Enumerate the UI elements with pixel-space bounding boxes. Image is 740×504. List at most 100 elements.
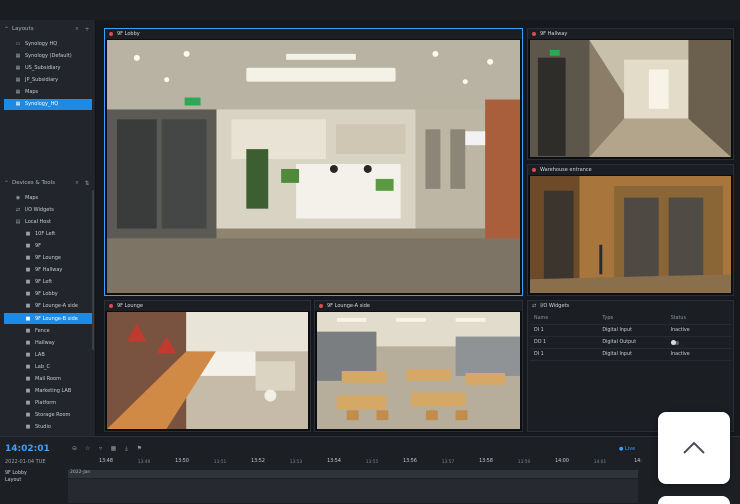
sidebar-item-us-subsidiary[interactable]: ▦ US_Subsidiary <box>4 62 92 73</box>
sidebar-item-studio[interactable]: ■ Studio <box>4 422 92 433</box>
sidebar-item-synology-hq[interactable]: ▦ Synology_HQ <box>4 98 92 110</box>
scroll-to-top-button[interactable] <box>658 412 730 484</box>
cell-status[interactable] <box>670 340 731 345</box>
table-row[interactable]: DI 1 Digital Input Inactive <box>530 349 731 361</box>
time-ruler: 13:48 13:50 13:52 13:54 13:56 13:58 14:00 14: 13… <box>96 459 656 469</box>
sidebar-item-label: 9F Lounge-A side <box>35 303 78 310</box>
search-icon[interactable]: ⌕ <box>72 179 82 187</box>
chevron-up-icon <box>683 441 705 454</box>
tile-header: 9F Lobby <box>105 29 522 39</box>
camera-icon: ■ <box>25 291 31 298</box>
video-feed <box>107 40 520 293</box>
tick-label: 13:56 <box>403 459 417 464</box>
download-icon[interactable]: ⤓ <box>122 445 131 453</box>
filter-icon[interactable]: ⇅ <box>82 180 92 187</box>
sidebar-item-label: Storage Room <box>35 412 71 419</box>
sidebar-item-label: Synology HQ <box>25 40 58 47</box>
sidebar-item-lab-c[interactable]: ■ Lab_C <box>4 361 92 372</box>
current-time: 14:02:01 <box>5 444 50 454</box>
timeline-toolbar: ⊖ ☆ ▿ ▦ ⤓ ⚑ <box>70 445 144 453</box>
sidebar-item-9f-left[interactable]: ■ 9F Left <box>4 277 92 288</box>
tick-label-minor: 13:53 <box>289 460 303 465</box>
sidebar-item-maps[interactable]: ◉ Maps <box>4 192 92 203</box>
devices-title: Devices & Tools <box>12 180 56 186</box>
tick-label-minor: 13:55 <box>365 460 379 465</box>
sidebar-item-9f-lobby[interactable]: ■ 9F Lobby <box>4 289 92 300</box>
camera-icon: ■ <box>25 255 31 261</box>
sidebar-item-9f-hallway[interactable]: ■ 9F Hallway <box>4 265 92 276</box>
tick-label: 13:54 <box>327 459 341 464</box>
sidebar-item-hallway[interactable]: ■ Hallway <box>4 337 92 348</box>
sidebar-item-local-host[interactable]: ▤ Local Host <box>4 216 92 227</box>
output-toggle[interactable] <box>670 340 679 345</box>
timeline-track[interactable] <box>68 470 638 478</box>
zoom-out-icon[interactable]: ⊖ <box>70 445 79 453</box>
sidebar-item-i-o-widgets[interactable]: ⇄ I/O Widgets <box>4 204 92 215</box>
sidebar-item-10f-left[interactable]: ■ 10F Left <box>4 228 92 239</box>
camera-tile-9f-lobby[interactable]: 9F Lobby <box>104 28 523 296</box>
table-row[interactable]: DI 1 Digital Input Inactive <box>530 325 731 337</box>
camera-tile-9f-hallway[interactable]: 9F Hallway <box>527 28 734 160</box>
recording-track[interactable] <box>68 479 638 503</box>
tile-title: I/O Widgets <box>540 303 570 309</box>
layouts-title: Layouts <box>12 26 34 32</box>
sidebar-item-9f-lounge-b-side[interactable]: ■ 9F Lounge-B side <box>4 313 92 324</box>
sidebar-item-lab[interactable]: ■ LAB <box>4 349 92 360</box>
camera-icon: ■ <box>25 339 31 346</box>
column-header-status: Status <box>670 316 686 321</box>
sidebar-item-label: 9F Hallway <box>35 267 63 274</box>
table-row[interactable]: DO 1 Digital Output <box>530 337 731 349</box>
record-dot-icon <box>532 168 536 172</box>
sidebar-item-storage-room[interactable]: ■ Storage Room <box>4 410 92 421</box>
timeline-camera-label: 9F Lobby Layout <box>5 470 27 484</box>
sidebar-item-platform[interactable]: ■ Platform <box>4 398 92 409</box>
camera-icon: ■ <box>25 315 31 322</box>
cell-name: DI 1 <box>534 352 544 357</box>
live-button[interactable]: ● Live <box>619 446 635 452</box>
sidebar-item-9f-lounge-a-side[interactable]: ■ 9F Lounge-A side <box>4 301 92 312</box>
map-icon: ◉ <box>15 194 21 201</box>
tick-label: 14: <box>634 459 642 464</box>
sidebar-item-label: JP_Subsidiary <box>25 76 59 83</box>
layouts-section-header[interactable]: ⌃ Layouts ⌕ + <box>0 22 96 36</box>
floating-button-edge[interactable] <box>658 496 730 504</box>
sidebar-item-fence[interactable]: ■ Fence <box>4 325 92 336</box>
filter-icon[interactable]: ▿ <box>96 445 105 453</box>
camera-name: 9F Lobby <box>5 471 27 476</box>
sidebar-item-synology-default-[interactable]: ▦ Synology (Default) <box>4 50 92 61</box>
tick-label: 13:50 <box>175 459 189 464</box>
star-icon[interactable]: ☆ <box>83 445 92 453</box>
chevron-up-icon[interactable]: ⌃ <box>4 26 12 33</box>
sidebar-item-synology-hq[interactable]: ▭ Synology HQ <box>4 38 92 49</box>
camera-tile-9f-lounge[interactable]: 9F Lounge <box>104 300 311 432</box>
sidebar-item-label: Studio <box>35 424 51 431</box>
tick-label: 13:52 <box>251 459 265 464</box>
layout-icon: ▦ <box>15 88 21 95</box>
camera-tile-9f-lounge-a-side[interactable]: 9F Lounge-A side <box>314 300 523 432</box>
chevron-up-icon[interactable]: ⌃ <box>4 180 12 187</box>
devices-section-header[interactable]: ⌃ Devices & Tools ⌕ ⇅ <box>0 176 96 190</box>
sidebar-item-label: Marketing LAB <box>35 388 72 395</box>
sidebar-item-mail-room[interactable]: ■ Mail Room <box>4 374 92 385</box>
record-dot-icon <box>319 304 323 308</box>
sidebar-item-label: LAB <box>35 351 45 358</box>
cell-status: Inactive <box>670 328 690 333</box>
tick-label-minor: 14:01 <box>593 460 607 465</box>
sidebar-item-9f-lounge[interactable]: ■ 9F Lounge <box>4 253 92 264</box>
add-icon[interactable]: + <box>82 26 92 33</box>
sidebar-item-9f[interactable]: ■ 9F <box>4 240 92 251</box>
camera-icon: ■ <box>25 412 31 419</box>
tile-header: 9F Lounge-A side <box>315 301 522 311</box>
sidebar-scrollbar[interactable] <box>92 190 94 350</box>
camera-icon: ■ <box>25 303 31 310</box>
sidebar-item-maps[interactable]: ▦ Maps <box>4 86 92 97</box>
sidebar-item-label: Maps <box>25 88 39 95</box>
calendar-icon[interactable]: ▦ <box>109 445 118 453</box>
search-icon[interactable]: ⌕ <box>72 25 82 33</box>
sidebar-item-label: Fence <box>35 327 50 334</box>
sidebar-item-marketing-lab[interactable]: ■ Marketing LAB <box>4 386 92 397</box>
sidebar-item-jp-subsidiary[interactable]: ▦ JP_Subsidiary <box>4 74 92 85</box>
camera-tile-warehouse-entrance[interactable]: Warehouse entrance <box>527 164 734 296</box>
sidebar: ⌃ Layouts ⌕ + ▭ Synology HQ ▦ Synology (Def… <box>0 20 96 436</box>
bookmark-icon[interactable]: ⚑ <box>135 445 144 453</box>
